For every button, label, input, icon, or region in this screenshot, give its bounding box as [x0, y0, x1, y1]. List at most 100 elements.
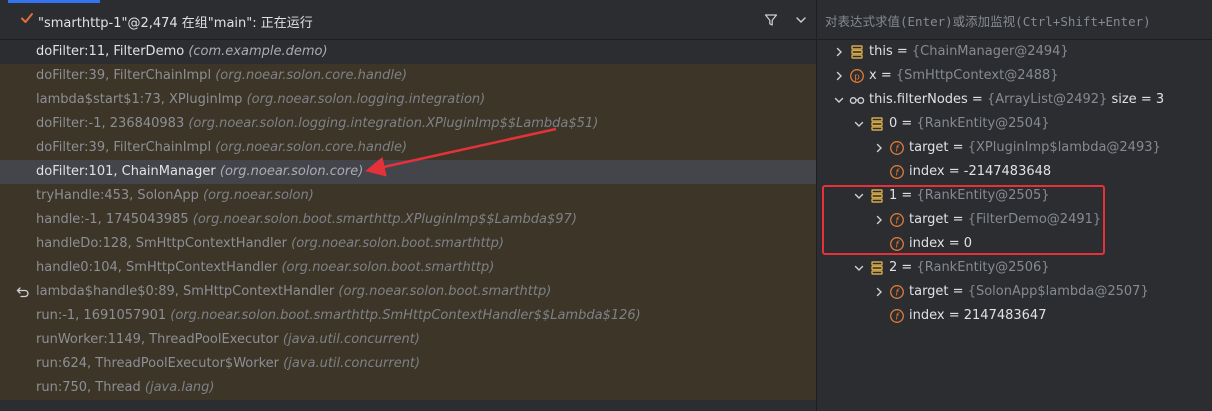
async-return-icon: [16, 287, 29, 298]
variable-row[interactable]: 2 = {RankEntity@2506}: [817, 256, 1212, 280]
variable-text: target = {SolonApp$lambda@2507}: [909, 280, 1149, 304]
frame-package: (java.util.concurrent): [282, 332, 420, 347]
variable-text: this = {ChainManager@2494}: [869, 40, 1069, 64]
final-field-icon: f: [890, 309, 904, 323]
variable-text: index = 2147483647: [909, 304, 1046, 328]
variable-row[interactable]: 0 = {RankEntity@2504}: [817, 112, 1212, 136]
thread-header[interactable]: "smarthttp-1"@2,474 在组"main": 正在运行: [0, 0, 816, 40]
stack-frame[interactable]: run:624, ThreadPoolExecutor$Worker (java…: [0, 352, 816, 376]
active-tab-indicator: [8, 0, 100, 3]
variable-name: this.filterNodes: [869, 92, 968, 107]
stack-frame[interactable]: handle0:104, SmHttpContextHandler (org.n…: [0, 256, 816, 280]
chevron-right-icon[interactable]: [833, 70, 845, 82]
variable-row[interactable]: f target = {XPluginImp$lambda@2493}: [817, 136, 1212, 160]
variable-row[interactable]: f index = 2147483647: [817, 304, 1212, 328]
variable-reference: {RankEntity@2504}: [916, 116, 1050, 131]
frame-method: run:750, Thread: [36, 380, 141, 395]
variable-equals: =: [897, 260, 917, 275]
variable-value: -2147483648: [963, 164, 1052, 179]
variable-name: this: [869, 44, 893, 59]
stack-frame[interactable]: handle:-1, 1745043985 (org.noear.solon.b…: [0, 208, 816, 232]
frame-method: tryHandle:453, SolonApp: [36, 188, 199, 203]
variable-reference: {SmHttpContext@2488}: [895, 68, 1059, 83]
variable-reference: {FilterDemo@2491}: [967, 212, 1102, 227]
variable-equals: =: [948, 284, 968, 299]
parameter-icon: p: [850, 69, 864, 83]
variable-reference: {XPluginImp$lambda@2493}: [967, 140, 1161, 155]
variable-text: index = 0: [909, 232, 972, 256]
variable-text: target = {XPluginImp$lambda@2493}: [909, 136, 1161, 160]
variable-equals: =: [967, 92, 987, 107]
chevron-right-icon[interactable]: [833, 46, 845, 58]
frame-method: lambda$handle$0:89, SmHttpContextHandler: [36, 284, 335, 299]
stack-frame[interactable]: handleDo:128, SmHttpContextHandler (org.…: [0, 232, 816, 256]
svg-text:f: f: [895, 312, 900, 322]
chevron-right-icon[interactable]: [873, 142, 885, 154]
svg-text:f: f: [895, 168, 900, 178]
watch-input-bar: [817, 0, 1212, 40]
evaluate-expression-input[interactable]: [823, 9, 1207, 33]
variable-row[interactable]: this.filterNodes = {ArrayList@2492} size…: [817, 88, 1212, 112]
frame-method: run:624, ThreadPoolExecutor$Worker: [36, 356, 279, 371]
frame-method: handleDo:128, SmHttpContextHandler: [36, 236, 287, 251]
variable-equals: =: [892, 44, 912, 59]
chevron-down-icon[interactable]: [833, 94, 845, 106]
stack-frame[interactable]: lambda$start$1:73, XPluginImp (org.noear…: [0, 88, 816, 112]
stack-frame[interactable]: doFilter:39, FilterChainImpl (org.noear.…: [0, 64, 816, 88]
variable-row[interactable]: this = {ChainManager@2494}: [817, 40, 1212, 64]
frame-package: (org.noear.solon.core.handle): [215, 140, 408, 155]
variable-row[interactable]: f index = -2147483648: [817, 160, 1212, 184]
stack-frame[interactable]: doFilter:11, FilterDemo (com.example.dem…: [0, 40, 816, 64]
stack-frame[interactable]: lambda$handle$0:89, SmHttpContextHandler…: [0, 280, 816, 304]
variable-name: target: [909, 140, 949, 155]
variable-equals: =: [948, 140, 968, 155]
stack-frame[interactable]: run:-1, 1691057901 (org.noear.solon.boot…: [0, 304, 816, 328]
final-field-icon: f: [890, 141, 904, 155]
variable-row[interactable]: f target = {SolonApp$lambda@2507}: [817, 280, 1212, 304]
variables-panel: this = {ChainManager@2494}px = {SmHttpCo…: [817, 0, 1212, 411]
svg-text:f: f: [895, 288, 900, 298]
stack-frame[interactable]: doFilter:101, ChainManager (org.noear.so…: [0, 160, 816, 184]
chevron-down-icon[interactable]: [853, 190, 865, 202]
chevron-right-icon[interactable]: [873, 286, 885, 298]
frame-method: doFilter:39, FilterChainImpl: [36, 68, 212, 83]
frame-package: (java.util.concurrent): [283, 356, 421, 371]
variable-reference: {ArrayList@2492}: [986, 92, 1108, 107]
filter-icon[interactable]: [764, 13, 778, 27]
variable-row[interactable]: f index = 0: [817, 232, 1212, 256]
frame-method: lambda$start$1:73, XPluginImp: [36, 92, 243, 107]
variable-text: x = {SmHttpContext@2488}: [869, 64, 1059, 88]
chevron-down-icon[interactable]: [796, 16, 806, 24]
variable-name: target: [909, 284, 949, 299]
chevron-down-icon[interactable]: [853, 262, 865, 274]
variable-text: target = {FilterDemo@2491}: [909, 208, 1101, 232]
variable-reference: {RankEntity@2505}: [916, 188, 1050, 203]
variable-value: size = 3: [1107, 92, 1165, 107]
frame-package: (org.noear.solon.boot.smarthttp): [291, 236, 504, 251]
frame-package: (org.noear.solon.core): [219, 164, 364, 179]
variable-row[interactable]: f target = {FilterDemo@2491}: [817, 208, 1212, 232]
thread-title[interactable]: "smarthttp-1"@2,474 在组"main": 正在运行: [38, 12, 313, 31]
variable-row[interactable]: 1 = {RankEntity@2505}: [817, 184, 1212, 208]
variable-equals: =: [944, 308, 964, 323]
chevron-down-icon[interactable]: [853, 118, 865, 130]
chevron-right-icon[interactable]: [873, 214, 885, 226]
svg-text:f: f: [895, 240, 900, 250]
variable-name: index: [909, 236, 945, 251]
final-field-icon: f: [890, 237, 904, 251]
frame-package: (org.noear.solon.boot.smarthttp): [338, 284, 552, 299]
stack-frame[interactable]: doFilter:-1, 236840983 (org.noear.solon.…: [0, 112, 816, 136]
svg-text:p: p: [854, 73, 860, 83]
variable-row[interactable]: p x = {SmHttpContext@2488}: [817, 64, 1212, 88]
variable-equals: =: [897, 116, 917, 131]
stack-frame[interactable]: run:750, Thread (java.lang): [0, 376, 816, 400]
frame-package: (com.example.demo): [188, 44, 328, 59]
stack-frame[interactable]: doFilter:39, FilterChainImpl (org.noear.…: [0, 136, 816, 160]
stack-frame[interactable]: tryHandle:453, SolonApp (org.noear.solon…: [0, 184, 816, 208]
variable-name: x: [869, 68, 877, 83]
variable-reference: {SolonApp$lambda@2507}: [967, 284, 1149, 299]
variable-name: index: [909, 308, 945, 323]
frame-package: (org.noear.solon.boot.smarthttp.XPluginI…: [192, 212, 577, 227]
frame-method: handle0:104, SmHttpContextHandler: [36, 260, 278, 275]
stack-frame[interactable]: runWorker:1149, ThreadPoolExecutor (java…: [0, 328, 816, 352]
